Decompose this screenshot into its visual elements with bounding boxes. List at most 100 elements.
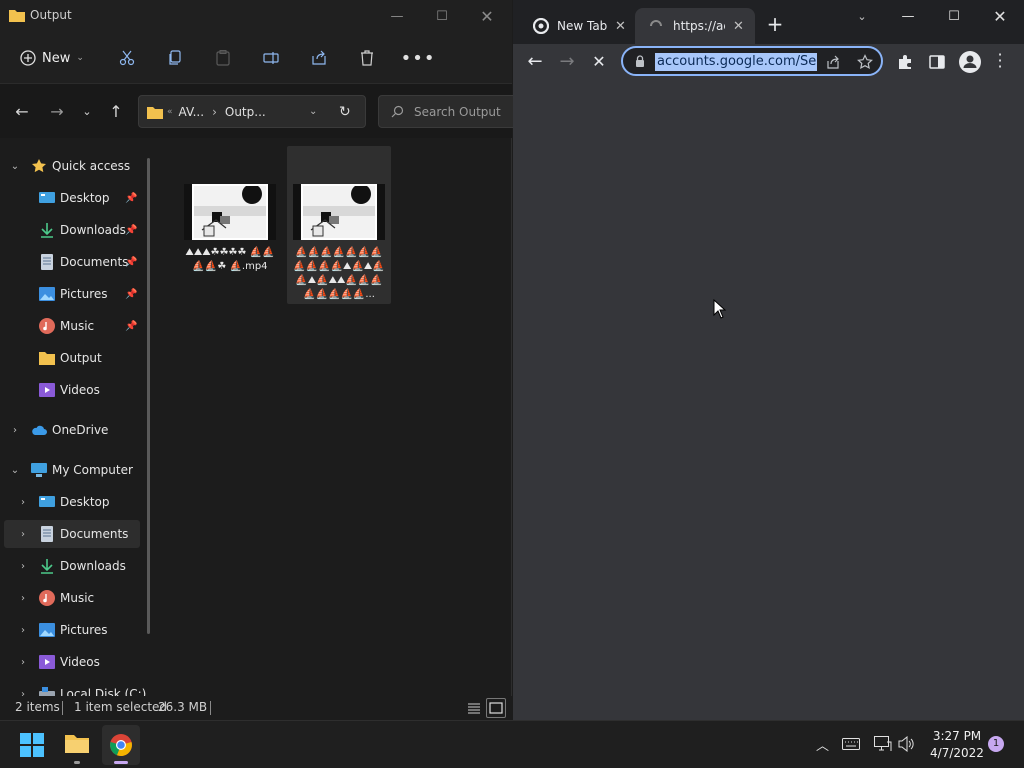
menu-kebab-icon[interactable]: · · ·	[995, 47, 1005, 75]
close-tab-icon[interactable]: ✕	[733, 19, 744, 34]
pin-icon[interactable]: 📌	[125, 225, 137, 236]
delete-button[interactable]	[354, 42, 380, 74]
maximize-button[interactable]: ☐	[931, 0, 977, 32]
minimize-button[interactable]: —	[885, 0, 931, 32]
sidebar-item-pc-documents[interactable]: › Documents	[4, 520, 140, 548]
extensions-icon[interactable]	[897, 54, 913, 70]
document-icon	[41, 526, 53, 542]
breadcrumb-root[interactable]: AV...	[179, 105, 205, 119]
address-history-chevron-icon[interactable]: ⌄	[309, 106, 317, 117]
notification-badge[interactable]: 1	[988, 736, 1004, 752]
tab-active[interactable]: https://ac ✕	[635, 8, 755, 44]
forward-arrow-icon[interactable]: →	[554, 48, 580, 74]
url-input[interactable]: accounts.google.com/ServiceLogin	[655, 53, 817, 71]
windows-start-icon[interactable]	[20, 733, 44, 757]
pin-icon[interactable]: 📌	[125, 257, 137, 268]
details-view-icon[interactable]	[466, 700, 482, 716]
computer-icon	[31, 463, 47, 477]
profile-avatar[interactable]	[959, 51, 981, 73]
breadcrumb-current[interactable]: Outp...	[225, 105, 266, 119]
search-box[interactable]: Search Output	[378, 95, 518, 128]
collapsed-chevron-icon[interactable]: ›	[16, 625, 30, 636]
collapsed-chevron-icon[interactable]: ›	[16, 689, 30, 697]
large-icons-view-icon	[489, 702, 503, 714]
stop-loading-icon[interactable]: ✕	[586, 48, 612, 74]
rename-button[interactable]	[258, 42, 284, 74]
sidebar-item-pc-downloads[interactable]: › Downloads	[0, 552, 150, 580]
cut-button[interactable]	[114, 42, 140, 74]
page-content-loading[interactable]	[513, 80, 1024, 720]
sidebar-item-local-disk[interactable]: › Local Disk (C:)	[0, 680, 150, 696]
recent-locations-chevron-icon[interactable]: ⌄	[74, 98, 100, 124]
side-panel-icon[interactable]	[929, 54, 945, 70]
sidebar-item-pc-music[interactable]: › Music	[0, 584, 150, 612]
overflow-icon[interactable]: «	[167, 107, 173, 117]
taskbar-file-explorer[interactable]	[58, 725, 96, 765]
collapsed-chevron-icon[interactable]: ›	[16, 657, 30, 668]
clock-date[interactable]: 4/7/2022	[928, 746, 986, 760]
file-item-selected[interactable]: ⛵⛵⛵⛵⛵⛵⛵⛵⛵⛵⛵⛰⛵⛰⛵⛵⛰⛵⛰⛰⛵⛵⛵⛵⛵⛵⛵⛵...	[287, 146, 391, 304]
copy-button[interactable]	[162, 42, 188, 74]
sidebar-scrollbar[interactable]	[147, 158, 150, 634]
pin-icon[interactable]: 📌	[125, 193, 137, 204]
forward-arrow-icon[interactable]: →	[44, 98, 70, 124]
sidebar-item-quick-access[interactable]: ⌄ Quick access	[0, 152, 150, 180]
maximize-button[interactable]: ☐	[419, 0, 465, 32]
expanded-chevron-icon[interactable]: ⌄	[8, 161, 22, 172]
sidebar-item-pc-desktop[interactable]: › Desktop	[0, 488, 150, 516]
close-button[interactable]: ✕	[977, 0, 1023, 32]
share-button[interactable]	[306, 42, 332, 74]
minimize-button[interactable]: —	[374, 0, 420, 32]
sidebar-item-documents[interactable]: Documents 📌	[0, 248, 150, 276]
sidebar-item-videos[interactable]: Videos	[0, 376, 150, 404]
collapsed-chevron-icon[interactable]: ›	[16, 529, 30, 540]
close-tab-icon[interactable]: ✕	[615, 19, 626, 34]
explorer-titlebar[interactable]: Output — ☐ ✕	[0, 0, 512, 32]
more-options-icon[interactable]: •••	[401, 42, 435, 74]
file-item[interactable]: ⛰⛰⛰☘☘☘☘ ⛵⛵⛵⛵☘ ⛵.mp4	[178, 146, 282, 304]
up-arrow-icon[interactable]: ↑	[103, 98, 129, 124]
share-icon[interactable]	[825, 54, 841, 70]
volume-icon[interactable]	[898, 736, 916, 752]
sidebar-item-music[interactable]: Music 📌	[0, 312, 150, 340]
back-arrow-icon[interactable]: ←	[522, 48, 548, 74]
tab-search-chevron-icon[interactable]: ⌄	[839, 0, 885, 32]
omnibox[interactable]: accounts.google.com/ServiceLogin	[621, 46, 883, 76]
keyboard-icon[interactable]	[842, 738, 860, 750]
sidebar-item-onedrive[interactable]: › OneDrive	[0, 416, 150, 444]
sidebar-item-output[interactable]: Output	[0, 344, 150, 372]
sidebar-item-downloads[interactable]: Downloads 📌	[0, 216, 150, 244]
collapsed-chevron-icon[interactable]: ›	[16, 497, 30, 508]
new-button[interactable]: New ⌄	[12, 42, 92, 74]
sidebar-item-my-computer[interactable]: ⌄ My Computer	[0, 456, 150, 484]
sidebar-item-pictures[interactable]: Pictures 📌	[0, 280, 150, 308]
collapsed-chevron-icon[interactable]: ›	[16, 561, 30, 572]
refresh-icon[interactable]: ↻	[339, 104, 351, 120]
taskbar-chrome[interactable]	[102, 725, 140, 765]
download-icon	[41, 559, 53, 574]
tab-strip[interactable]: New Tab ✕ https://ac ✕ + ⌄ — ☐ ✕	[513, 0, 1024, 44]
close-button[interactable]: ✕	[464, 0, 510, 32]
tab-new-tab[interactable]: New Tab ✕	[521, 8, 633, 44]
back-arrow-icon[interactable]: ←	[9, 98, 35, 124]
search-input[interactable]: Search Output	[414, 105, 501, 119]
show-hidden-icons-chevron-icon[interactable]: ︿	[816, 735, 829, 754]
pin-icon[interactable]: 📌	[125, 289, 137, 300]
new-tab-button[interactable]: +	[765, 14, 785, 34]
address-bar[interactable]: « AV... › Outp... ⌄ ↻	[138, 95, 366, 128]
scissors-icon	[119, 50, 135, 66]
network-display-icon[interactable]	[874, 736, 892, 752]
sidebar-item-desktop[interactable]: Desktop 📌	[0, 184, 150, 212]
document-icon	[41, 254, 53, 270]
expanded-chevron-icon[interactable]: ⌄	[8, 465, 22, 476]
collapsed-chevron-icon[interactable]: ›	[16, 593, 30, 604]
paste-button[interactable]	[210, 42, 236, 74]
sidebar-item-pc-videos[interactable]: › Videos	[0, 648, 150, 676]
bookmark-star-icon[interactable]	[857, 54, 873, 70]
collapsed-chevron-icon[interactable]: ›	[8, 425, 22, 436]
pin-icon[interactable]: 📌	[125, 321, 137, 332]
sidebar-item-label: Videos	[60, 655, 100, 669]
sidebar-item-pc-pictures[interactable]: › Pictures	[0, 616, 150, 644]
large-icons-view-button[interactable]	[486, 698, 506, 718]
clock-time[interactable]: 3:27 PM	[928, 729, 986, 743]
